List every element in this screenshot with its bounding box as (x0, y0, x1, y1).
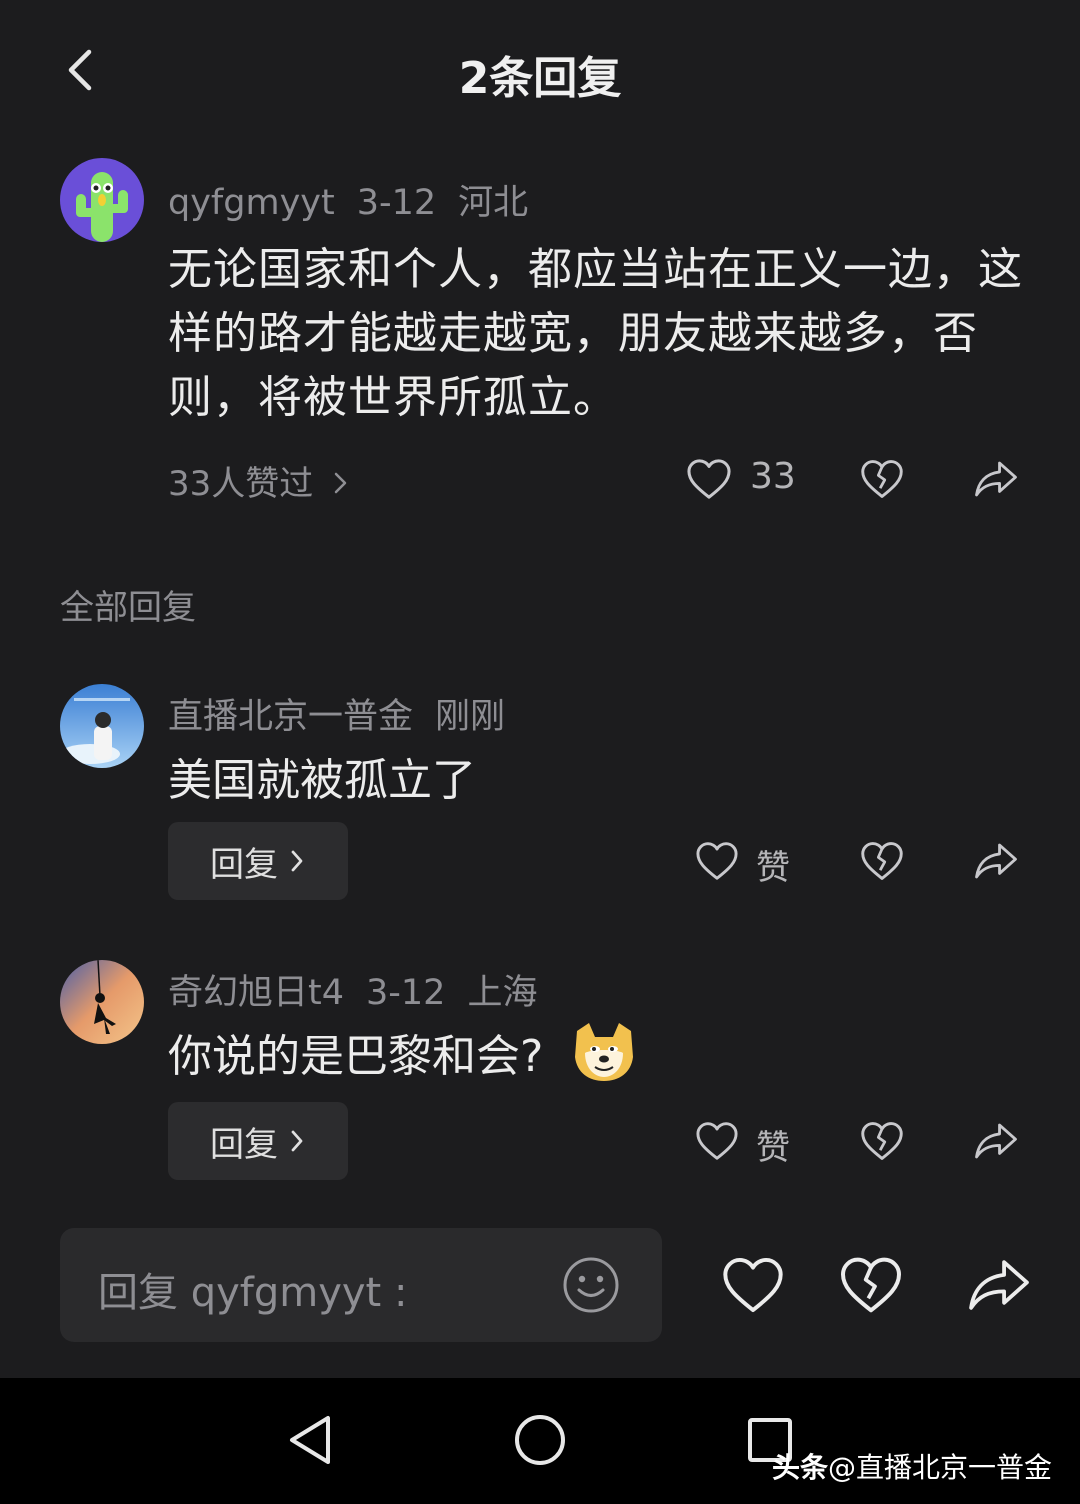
circle-home-icon (515, 1415, 565, 1465)
comment-meta: qyfgmyyt 3-12 河北 (168, 174, 528, 225)
reply-button-label: 回复 (210, 844, 278, 885)
username[interactable]: qyfgmyyt (168, 183, 335, 223)
username[interactable]: 奇幻旭日t4 (168, 973, 344, 1013)
like-button[interactable] (718, 1250, 788, 1320)
like-label: 赞 (756, 848, 790, 888)
watermark: 头条@直播北京一普金 (772, 1446, 1052, 1486)
share-arrow-icon (975, 461, 1017, 497)
like-button[interactable] (684, 454, 734, 504)
climber-sunset-avatar-icon (60, 960, 144, 1044)
like-label: 赞 (756, 1128, 790, 1168)
watermark-handle: @直播北京一普金 (828, 1451, 1053, 1484)
nav-back-button[interactable] (280, 1410, 340, 1470)
section-label: 全部回复 (60, 588, 196, 628)
reply-text: 美国就被孤立了 (168, 755, 476, 806)
reply-input-placeholder: 回复 qyfgmyyt : (98, 1270, 408, 1316)
chevron-right-icon (334, 472, 347, 494)
share-arrow-icon (975, 1123, 1017, 1159)
share-arrow-icon (969, 1260, 1029, 1310)
chevron-right-icon (291, 850, 303, 872)
person-photo-avatar-icon (60, 684, 144, 768)
broken-heart-icon (861, 460, 903, 498)
page-title: 2条回复 (458, 53, 622, 104)
username[interactable]: 直播北京一普金 (168, 697, 413, 737)
avatar[interactable] (60, 960, 144, 1044)
dislike-button[interactable] (857, 1116, 907, 1166)
heart-icon (723, 1257, 783, 1313)
heart-icon (696, 842, 738, 880)
dislike-button[interactable] (857, 836, 907, 886)
comment-text: 无论国家和个人，都应当站在正义一边，这样的路才能越走越宽，朋友越来越多，否则，将… (168, 244, 1023, 423)
comment-location: 河北 (458, 183, 529, 223)
reply-button[interactable]: 回复 (168, 822, 348, 900)
likes-summary-link[interactable]: 33人赞过 (168, 456, 350, 505)
reply-button[interactable]: 回复 (168, 1102, 348, 1180)
share-button[interactable] (970, 836, 1022, 886)
avatar[interactable] (60, 684, 144, 768)
reply-meta: 奇幻旭日t4 3-12 上海 (168, 964, 537, 1015)
reply-location: 上海 (467, 973, 538, 1013)
reply-time: 3-12 (366, 973, 446, 1013)
avatar[interactable] (60, 158, 144, 242)
doge-emoji-icon (575, 1023, 634, 1081)
heart-icon (696, 1122, 738, 1160)
cactus-avatar-icon (60, 158, 144, 242)
emoji-button[interactable] (560, 1254, 622, 1316)
broken-heart-icon (841, 1257, 901, 1313)
share-button[interactable] (962, 1250, 1036, 1320)
comment-date: 3-12 (356, 183, 437, 223)
likes-summary-text: 33人赞过 (168, 464, 314, 504)
dislike-button[interactable] (857, 454, 907, 504)
nav-home-button[interactable] (510, 1410, 570, 1470)
share-arrow-icon (975, 843, 1017, 879)
like-button[interactable] (692, 1116, 742, 1166)
chevron-right-icon (291, 1130, 303, 1152)
broken-heart-icon (861, 1122, 903, 1160)
smiley-icon (563, 1257, 619, 1313)
reply-text-row: 你说的是巴黎和会? (168, 1020, 637, 1084)
reply-time: 刚刚 (435, 697, 506, 737)
reply-meta: 直播北京一普金 刚刚 (168, 688, 505, 739)
share-button[interactable] (970, 1116, 1022, 1166)
heart-icon (687, 459, 731, 499)
like-button[interactable] (692, 836, 742, 886)
dislike-button[interactable] (836, 1250, 906, 1320)
reply-button-label: 回复 (210, 1124, 278, 1165)
watermark-brand: 头条 (772, 1451, 829, 1484)
broken-heart-icon (861, 842, 903, 880)
triangle-back-icon (290, 1416, 330, 1464)
share-button[interactable] (970, 454, 1022, 504)
like-count: 33 (750, 456, 796, 497)
reply-text: 你说的是巴黎和会? (168, 1031, 544, 1082)
